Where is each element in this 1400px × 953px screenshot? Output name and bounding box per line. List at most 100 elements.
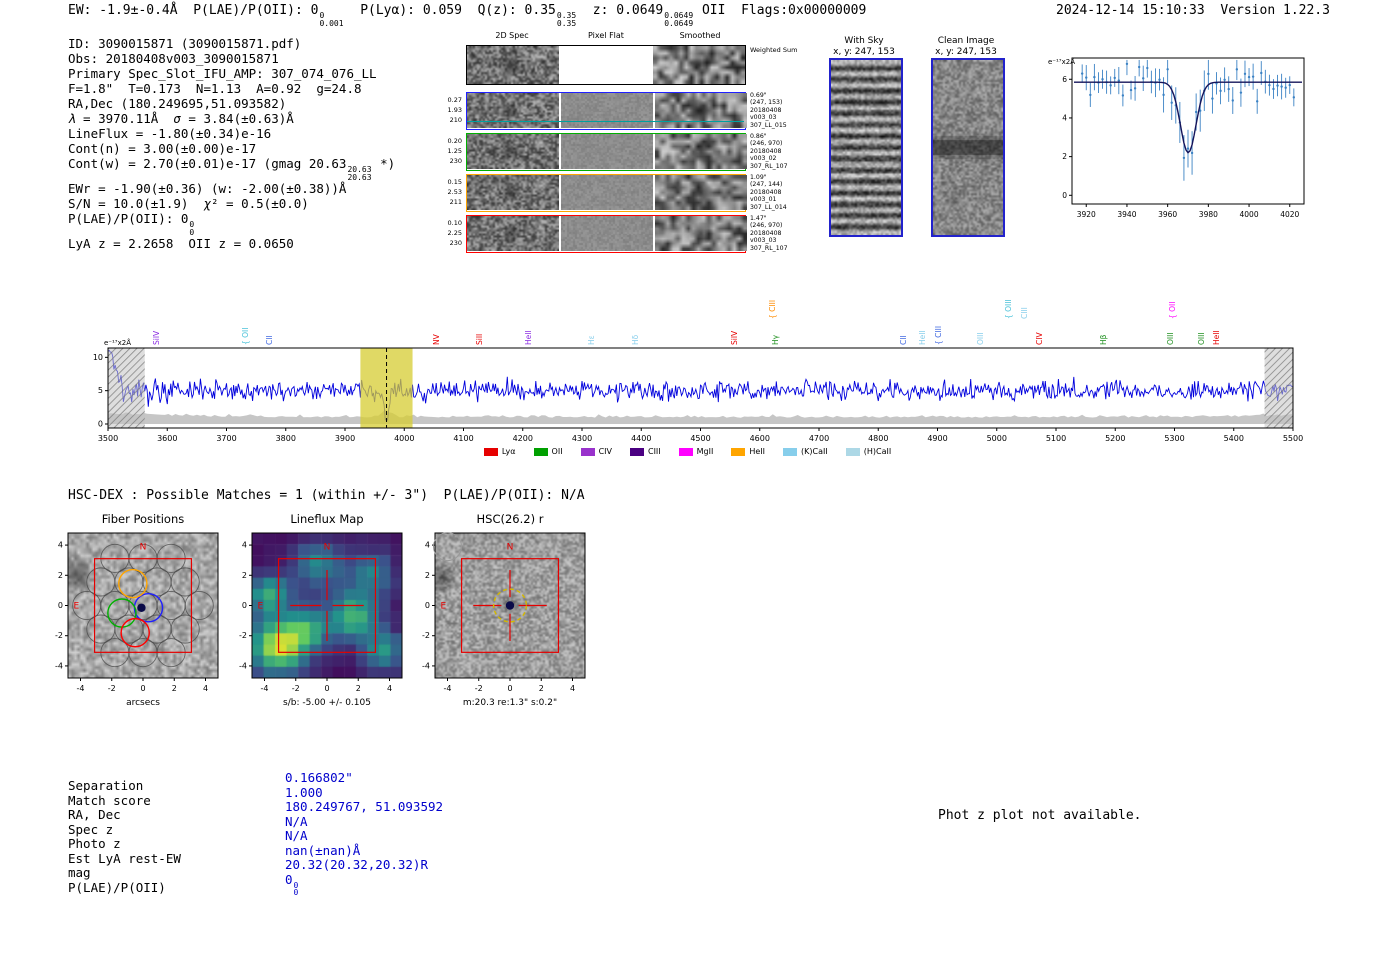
svg-text:3940: 3940 bbox=[1117, 210, 1136, 219]
info-line: Cont(w) = 2.70(±0.01)e-17 (gmag 20.63 20.… bbox=[68, 156, 396, 182]
svg-text:4: 4 bbox=[58, 541, 63, 550]
info-line: LyA z = 2.2658 OII z = 0.0650 bbox=[68, 236, 294, 251]
emission-line-label: CIV bbox=[1035, 332, 1044, 345]
svg-text:4900: 4900 bbox=[927, 434, 947, 443]
legend-label: Lyα bbox=[501, 447, 516, 456]
legend-item: (K)CaII bbox=[783, 447, 828, 456]
info-line: ID: 3090015871 (3090015871.pdf) bbox=[68, 36, 302, 51]
svg-text:3920: 3920 bbox=[1077, 210, 1096, 219]
row-left-label: 211 bbox=[449, 198, 462, 206]
svg-text:3960: 3960 bbox=[1158, 210, 1177, 219]
clean-image-title: Clean Image bbox=[937, 36, 995, 46]
info-line: S/N = 10.0(±1.9) χ² = 0.5(±0.0) bbox=[68, 196, 309, 211]
svg-text:2: 2 bbox=[425, 571, 430, 580]
row-right-labels: 0.69" (247, 153) 20180408 v003_03 307_LL_015 bbox=[750, 92, 812, 129]
info-line: F=1.8" T=0.173 N=1.13 A=0.92 g=24.8 bbox=[68, 81, 362, 96]
row-right-labels: 0.86" (246, 970) 20180408 v003_02 307_RL_107 bbox=[750, 133, 812, 170]
row-left-labels: 0.27 1.93 210 bbox=[428, 95, 462, 125]
legend-item: (H)CaII bbox=[845, 447, 892, 456]
legend-item: MgII bbox=[678, 447, 713, 456]
row-right-label: v003_03 bbox=[750, 114, 777, 122]
stacked-fraction: 00 bbox=[293, 880, 299, 897]
svg-text:0: 0 bbox=[58, 601, 63, 610]
with-sky-panel bbox=[829, 58, 903, 237]
stacked-fraction: 0 0.001 bbox=[319, 11, 344, 28]
svg-text:4800: 4800 bbox=[868, 434, 888, 443]
emission-line-label: HeII bbox=[917, 330, 927, 345]
row-right-label: 1.47" bbox=[750, 215, 767, 222]
info-line: Obs: 20180408v003_3090015871 bbox=[68, 51, 279, 66]
svg-text:4000: 4000 bbox=[1240, 210, 1259, 219]
info-line: EWr = -1.90(±0.36) (w: -2.00(±0.38))Å bbox=[68, 181, 347, 196]
svg-text:2: 2 bbox=[539, 684, 544, 693]
emission-line-label: NV bbox=[431, 334, 441, 345]
svg-text:-2: -2 bbox=[239, 631, 247, 640]
lineflux-map-plot: -4 -4 -2 -2 0 0 2 2 4 4 s/b: -5.00 +/- 0.105 N E bbox=[239, 532, 403, 708]
fiber-cutout-row bbox=[466, 215, 747, 253]
legend-label: (H)CaII bbox=[863, 447, 892, 456]
svg-text:4600: 4600 bbox=[750, 434, 770, 443]
svg-text:2: 2 bbox=[58, 571, 63, 580]
svg-text:2: 2 bbox=[242, 571, 247, 580]
cutout-column-title: Pixel Flat bbox=[588, 31, 624, 40]
legend-item: CIV bbox=[580, 447, 612, 456]
stacked-fraction: 0.35 0.35 bbox=[556, 11, 577, 28]
match-row-label: Est LyA rest-EW bbox=[68, 850, 181, 866]
emission-line-label: { OII bbox=[1167, 301, 1177, 319]
row-smoothed-image bbox=[655, 216, 747, 251]
hsc-cutout-plot: -4 -4 -2 -2 0 0 2 2 4 4 m:20.3 re:1.3" s:0.2" N E bbox=[422, 532, 586, 708]
match-row-label: Photo z bbox=[68, 836, 121, 851]
match-row-label: RA, Dec bbox=[68, 807, 121, 822]
header-datetime-version: 2024-12-14 15:10:33 Version 1.22.3 bbox=[1056, 3, 1330, 18]
legend-swatch bbox=[580, 447, 595, 456]
emission-line-label: Hγ bbox=[770, 334, 780, 345]
match-row-value: 000 bbox=[285, 871, 299, 897]
match-row-label: Separation bbox=[68, 778, 144, 793]
fiber-cutout-row bbox=[466, 92, 747, 130]
match-row-value: N/A bbox=[285, 813, 308, 829]
row-left-labels: 0.10 2.25 230 bbox=[428, 218, 462, 248]
row-right-label: 0.69" bbox=[750, 92, 767, 99]
legend-item: OII bbox=[533, 447, 563, 456]
svg-text:5000: 5000 bbox=[987, 434, 1007, 443]
svg-text:0: 0 bbox=[98, 420, 103, 429]
emission-line-label: Hε bbox=[587, 335, 597, 345]
info-line: LineFlux = -1.80(±0.34)e-16 bbox=[68, 126, 272, 141]
row-right-labels: 1.09" (247, 144) 20180408 v003_01 307_LL_014 bbox=[750, 174, 812, 211]
weighted-smoothed-image bbox=[653, 46, 745, 84]
row-2d-spec-image bbox=[467, 134, 559, 169]
row-left-label: 210 bbox=[449, 116, 462, 124]
info-line: Cont(n) = 3.00(±0.00)e-17 bbox=[68, 141, 257, 156]
match-row-label: Spec z bbox=[68, 821, 114, 837]
svg-text:4500: 4500 bbox=[690, 434, 710, 443]
header-stats-line: EW: -1.9±-0.4Å P(LAE)/P(OII): 0 0 0.001 P(… bbox=[68, 3, 867, 28]
hsc-dex-matches-line: HSC-DEX : Possible Matches = 1 (within +… bbox=[68, 488, 585, 503]
svg-text:0: 0 bbox=[425, 601, 430, 610]
svg-text:3900: 3900 bbox=[335, 434, 355, 443]
row-right-label: 307_RL_107 bbox=[750, 244, 788, 252]
svg-text:N: N bbox=[324, 543, 331, 553]
row-right-label: 307_RL_107 bbox=[750, 162, 788, 170]
svg-text:5500: 5500 bbox=[1283, 434, 1303, 443]
match-row-value: 20.32(20.32,20.32)R bbox=[285, 857, 428, 872]
emission-line-label: CII bbox=[264, 335, 274, 345]
svg-text:N: N bbox=[507, 543, 514, 553]
line-fit-zoom-chart: 3920 3940 3960 3980 4000 4020 0 2 4 6 e⁻¹⁷x2Å bbox=[1048, 57, 1305, 219]
fiber-cutout-row bbox=[466, 174, 747, 212]
svg-text:-4: -4 bbox=[239, 661, 247, 670]
emission-line-label: Hβ bbox=[1099, 334, 1108, 345]
emission-line-label: HeII bbox=[1211, 330, 1221, 345]
svg-text:4100: 4100 bbox=[453, 434, 473, 443]
svg-text:-2: -2 bbox=[475, 684, 483, 693]
svg-text:4: 4 bbox=[425, 541, 430, 550]
emission-line-label: { CIII bbox=[934, 325, 944, 345]
match-row-label: P(LAE)/P(OII) bbox=[68, 879, 166, 895]
match-row-label: Match score bbox=[68, 792, 151, 808]
info-line: RA,Dec (180.249695,51.093582) bbox=[68, 96, 287, 111]
row-right-label: 20180408 bbox=[750, 106, 782, 114]
svg-text:E: E bbox=[440, 602, 446, 612]
weighted-sum-row bbox=[466, 45, 746, 85]
emission-line-label: OIII bbox=[1197, 332, 1207, 345]
clean-image-coords: x, y: 247, 153 bbox=[935, 47, 997, 57]
row-right-label: (246, 970) bbox=[750, 140, 783, 148]
